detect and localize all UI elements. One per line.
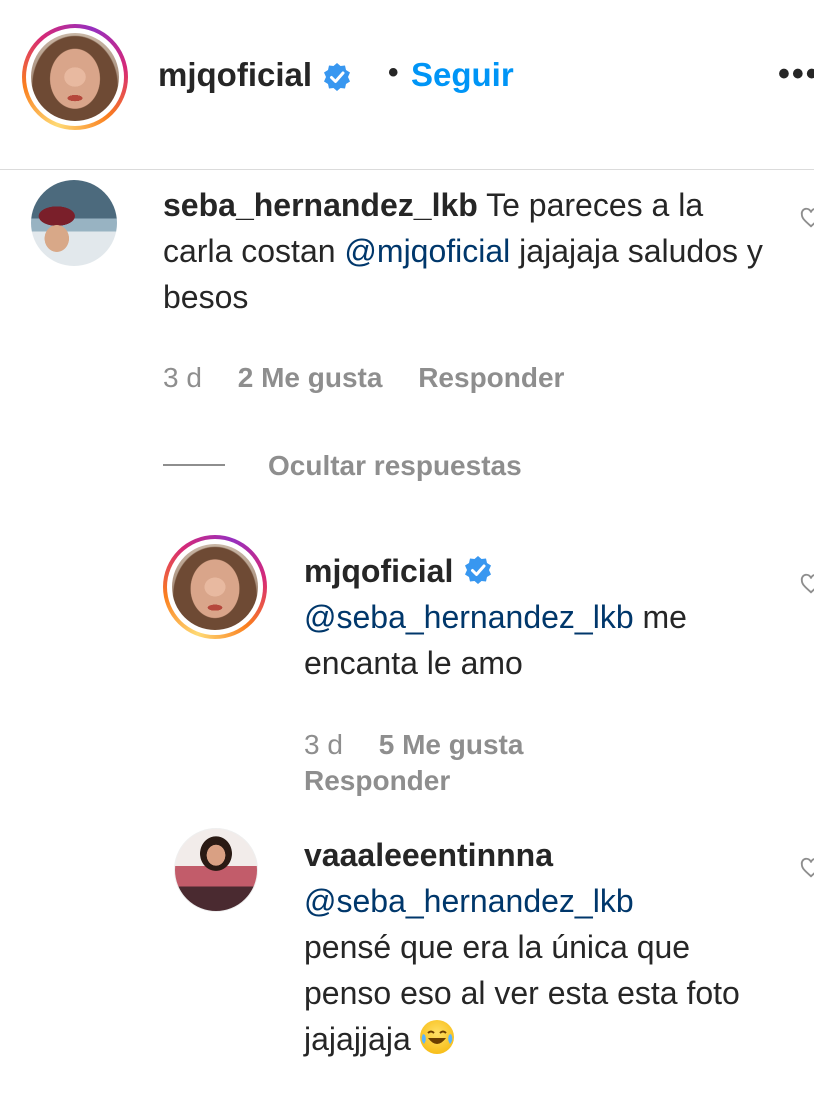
reply-reply-button[interactable]: Responder [304,765,450,796]
reply-mention[interactable]: @seba_hernandez_lkb [304,599,634,635]
more-options-icon[interactable]: ••• [778,55,814,94]
comment-mention[interactable]: @mjqoficial [344,233,510,269]
reply-avatar[interactable] [172,544,258,630]
reply-body: mjqoficial @seba_hernandez_lkb me encant… [304,548,774,686]
comment-meta: 3 d 2 Me gusta Responder [163,362,564,394]
header-username[interactable]: mjqoficial [158,56,312,93]
comment-likes[interactable]: 2 Me gusta [238,362,383,393]
avatar[interactable] [31,33,119,121]
reply2-username[interactable]: vaaaleeentinnna [304,837,553,873]
reply2-avatar[interactable] [174,828,258,912]
commenter-avatar[interactable] [31,180,117,266]
face-with-tears-of-joy-icon [419,1020,454,1054]
verified-badge-icon [465,556,492,584]
reply2-mention[interactable]: @seba_hernandez_lkb [304,883,634,919]
like-heart-icon[interactable] [800,857,814,879]
comment-body: seba_hernandez_lkb Te pareces a la carla… [163,182,773,320]
post-header: mjqoficial • Seguir ••• [0,0,814,170]
follow-button[interactable]: Seguir [411,56,514,94]
reply-meta: 3 d 5 Me gusta Responder [304,727,523,799]
story-ring[interactable] [22,24,128,130]
replies-divider [163,464,225,466]
verified-badge-icon [324,63,351,92]
comment-username[interactable]: seba_hernandez_lkb [163,187,478,223]
comment-reply-button[interactable]: Responder [418,362,564,393]
like-heart-icon[interactable] [800,573,814,595]
reply-time: 3 d [304,729,343,760]
reply2-body: vaaaleeentinnna @seba_hernandez_lkb pens… [304,832,774,1062]
like-heart-icon[interactable] [800,207,814,229]
separator-dot: • [388,56,399,89]
hide-replies-button[interactable]: Ocultar respuestas [268,450,522,482]
reply-story-ring[interactable] [163,535,267,639]
reply-username[interactable]: mjqoficial [304,553,453,589]
comment-time: 3 d [163,362,202,393]
reply2-text: pensé que era la única que penso eso al … [304,929,740,1057]
reply-likes[interactable]: 5 Me gusta [379,729,524,760]
